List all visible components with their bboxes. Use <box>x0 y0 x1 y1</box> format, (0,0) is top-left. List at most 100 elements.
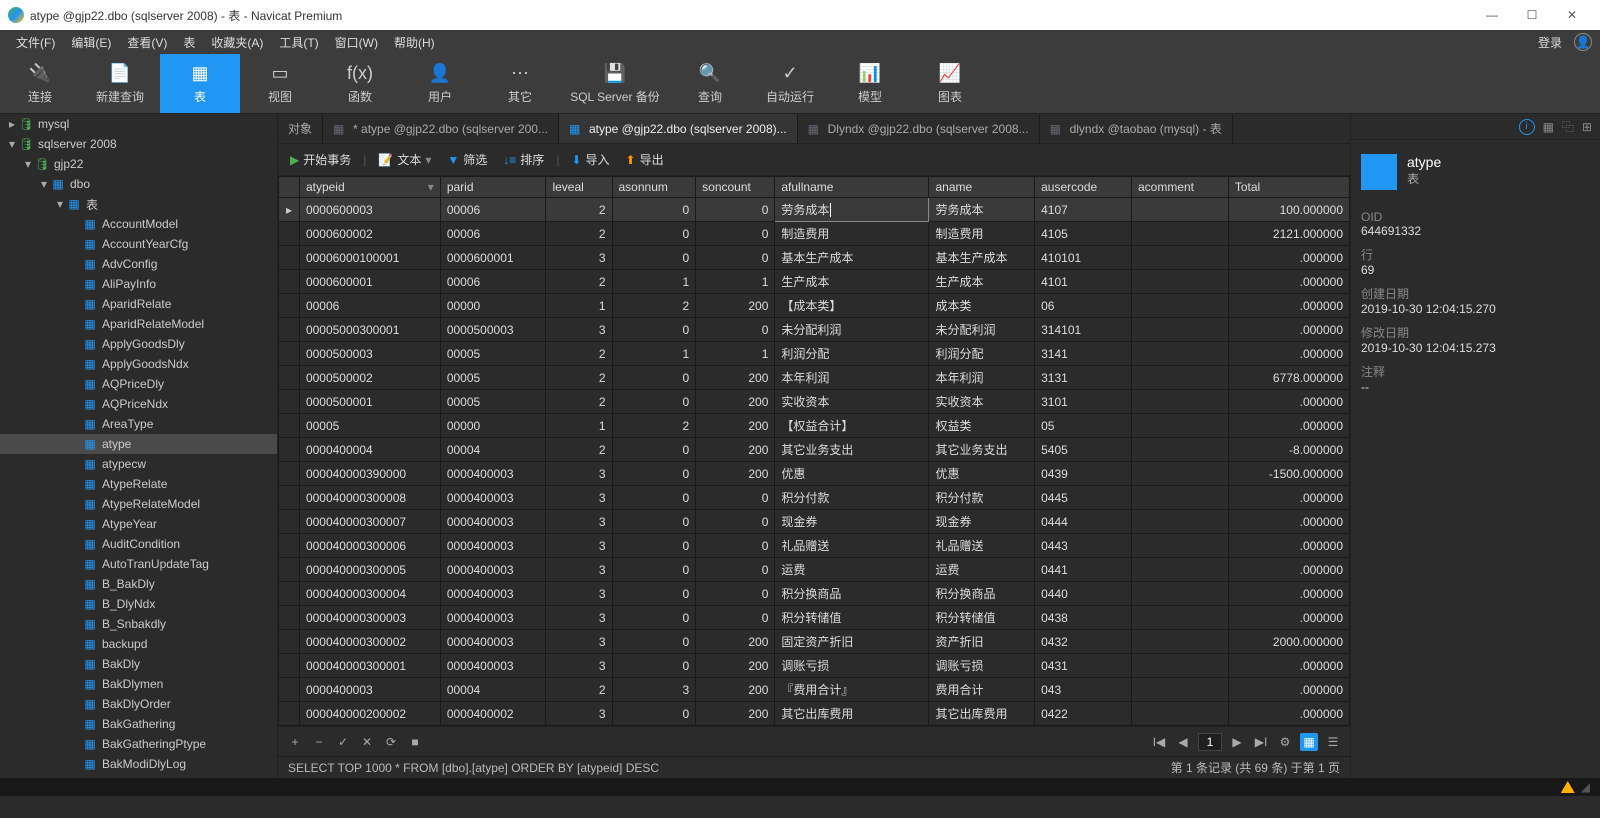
grid-cell[interactable]: 其它出库费用 <box>929 702 1035 726</box>
toolbar-图表[interactable]: 📈图表 <box>910 54 990 113</box>
grid-cell[interactable]: 3131 <box>1035 366 1132 390</box>
tree-item[interactable]: ▾🛢sqlserver 2008 <box>0 134 277 154</box>
grid-cell[interactable]: 其它业务支出 <box>929 438 1035 462</box>
grid-cell[interactable]: .000000 <box>1228 294 1349 318</box>
toolbar-连接[interactable]: 🔌连接 <box>0 54 80 113</box>
grid-cell[interactable]: 本年利润 <box>929 366 1035 390</box>
grid-cell[interactable]: 0 <box>612 438 696 462</box>
grid-cell[interactable]: 3 <box>546 510 612 534</box>
grid-cell[interactable] <box>1131 198 1228 222</box>
grid-cell[interactable]: 调账亏损 <box>775 654 929 678</box>
grid-cell[interactable]: 2 <box>546 438 612 462</box>
grid-cell[interactable]: 000040000200001 <box>299 726 440 727</box>
grid-cell[interactable]: 0000400002 <box>440 702 546 726</box>
grid-cell[interactable]: 其它业务支出 <box>775 438 929 462</box>
grid-cell[interactable]: 0000400003 <box>440 558 546 582</box>
grid-cell[interactable]: 2 <box>546 222 612 246</box>
grid-cell[interactable]: 100.000000 <box>1228 198 1349 222</box>
grid-cell[interactable]: 0000400004 <box>299 438 440 462</box>
grid-cell[interactable]: 0431 <box>1035 654 1132 678</box>
grid-cell[interactable]: 2000.000000 <box>1228 630 1349 654</box>
grid-cell[interactable]: 0 <box>612 198 696 222</box>
grid-cell[interactable]: 0 <box>696 510 775 534</box>
grid-cell[interactable]: 1 <box>546 414 612 438</box>
grid-cell[interactable]: .000000 <box>1228 606 1349 630</box>
grid-cell[interactable]: 【权益合计】 <box>775 414 929 438</box>
grid-cell[interactable]: 3101 <box>1035 390 1132 414</box>
expand-arrow[interactable]: ▸ <box>6 117 18 131</box>
grid-cell[interactable]: 3 <box>546 486 612 510</box>
grid-cell[interactable]: 0000400003 <box>440 486 546 510</box>
tree-item[interactable]: ▦AtypeYear <box>0 514 277 534</box>
grid-cell[interactable]: 商品报损 <box>929 726 1035 727</box>
grid-cell[interactable] <box>1131 534 1228 558</box>
grid-cell[interactable]: 00006 <box>440 198 546 222</box>
grid-cell[interactable]: 0000500002 <box>299 366 440 390</box>
grid-cell[interactable]: 本年利润 <box>775 366 929 390</box>
grid-cell[interactable]: 劳务成本 <box>775 198 929 222</box>
grid-cell[interactable]: 3 <box>546 606 612 630</box>
first-page-button[interactable]: I◀ <box>1150 733 1168 751</box>
grid-cell[interactable]: 200 <box>696 630 775 654</box>
grid-cell[interactable]: .000000 <box>1228 654 1349 678</box>
toolbar-用户[interactable]: 👤用户 <box>400 54 480 113</box>
grid-cell[interactable]: 2 <box>546 678 612 702</box>
grid-cell[interactable]: 制造费用 <box>775 222 929 246</box>
grid-cell[interactable]: 0 <box>696 606 775 630</box>
column-header[interactable]: ausercode <box>1035 177 1132 198</box>
grid-cell[interactable]: 0422 <box>1035 702 1132 726</box>
column-header[interactable]: asonnum <box>612 177 696 198</box>
grid-cell[interactable]: 0438 <box>1035 606 1132 630</box>
grid-view-icon[interactable]: ▦ <box>1543 120 1554 134</box>
grid-cell[interactable]: 0440 <box>1035 582 1132 606</box>
grid-cell[interactable]: 05 <box>1035 414 1132 438</box>
grid-cell[interactable]: 0 <box>612 246 696 270</box>
grid-cell[interactable]: 0000400003 <box>299 678 440 702</box>
grid-cell[interactable]: 2 <box>546 198 612 222</box>
grid-cell[interactable] <box>1131 222 1228 246</box>
grid-cell[interactable]: 000040000300007 <box>299 510 440 534</box>
grid-cell[interactable]: .000000 <box>1228 246 1349 270</box>
grid-cell[interactable]: 2 <box>546 366 612 390</box>
grid-cell[interactable]: 200 <box>696 702 775 726</box>
grid-cell[interactable]: 314101 <box>1035 318 1132 342</box>
grid-cell[interactable]: 生产成本 <box>929 270 1035 294</box>
grid-cell[interactable]: .000000 <box>1228 558 1349 582</box>
page-input[interactable] <box>1198 733 1222 751</box>
grid-cell[interactable]: 0000500001 <box>299 390 440 414</box>
menu-item[interactable]: 收藏夹(A) <box>203 34 271 51</box>
toolbar-新建查询[interactable]: 📄新建查询 <box>80 54 160 113</box>
grid-cell[interactable]: 000040000300001 <box>299 654 440 678</box>
tree-item[interactable]: ▦AccountYearCfg <box>0 234 277 254</box>
grid-cell[interactable]: 000040000300003 <box>299 606 440 630</box>
menu-item[interactable]: 查看(V) <box>119 34 175 51</box>
grid-cell[interactable]: 6778.000000 <box>1228 366 1349 390</box>
grid-cell[interactable]: 200 <box>696 678 775 702</box>
grid-cell[interactable]: 1 <box>612 342 696 366</box>
editor-tab[interactable]: ▦Dlyndx @gjp22.dbo (sqlserver 2008... <box>798 114 1040 143</box>
grid-cell[interactable]: 5405 <box>1035 438 1132 462</box>
grid-cell[interactable] <box>1131 678 1228 702</box>
grid-cell[interactable]: 00000 <box>440 414 546 438</box>
last-page-button[interactable]: ▶I <box>1252 733 1270 751</box>
grid-cell[interactable]: 200 <box>696 462 775 486</box>
grid-cell[interactable]: 其它出库费用 <box>775 702 929 726</box>
grid-cell[interactable] <box>1131 318 1228 342</box>
grid-cell[interactable]: 200 <box>696 294 775 318</box>
begin-transaction-button[interactable]: ▶开始事务 <box>286 151 355 168</box>
grid-cell[interactable] <box>1131 726 1228 727</box>
grid-cell[interactable]: 0000400003 <box>440 630 546 654</box>
editor-tab[interactable]: 对象 <box>278 114 323 143</box>
grid-cell[interactable]: 0 <box>696 222 775 246</box>
grid-cell[interactable]: 优惠 <box>929 462 1035 486</box>
filter-button[interactable]: ▼筛选 <box>443 151 491 168</box>
sort-button[interactable]: ↓≡排序 <box>499 151 548 168</box>
grid-cell[interactable] <box>1131 486 1228 510</box>
grid-cell[interactable]: 0445 <box>1035 486 1132 510</box>
grid-cell[interactable]: .000000 <box>1228 582 1349 606</box>
menu-item[interactable]: 表 <box>175 34 203 51</box>
import-button[interactable]: ⬇导入 <box>567 151 613 168</box>
editor-tab[interactable]: ▦dlyndx @taobao (mysql) - 表 <box>1040 114 1233 143</box>
tree-item[interactable]: ▦AdvConfig <box>0 254 277 274</box>
grid-cell[interactable]: 0000400003 <box>440 534 546 558</box>
